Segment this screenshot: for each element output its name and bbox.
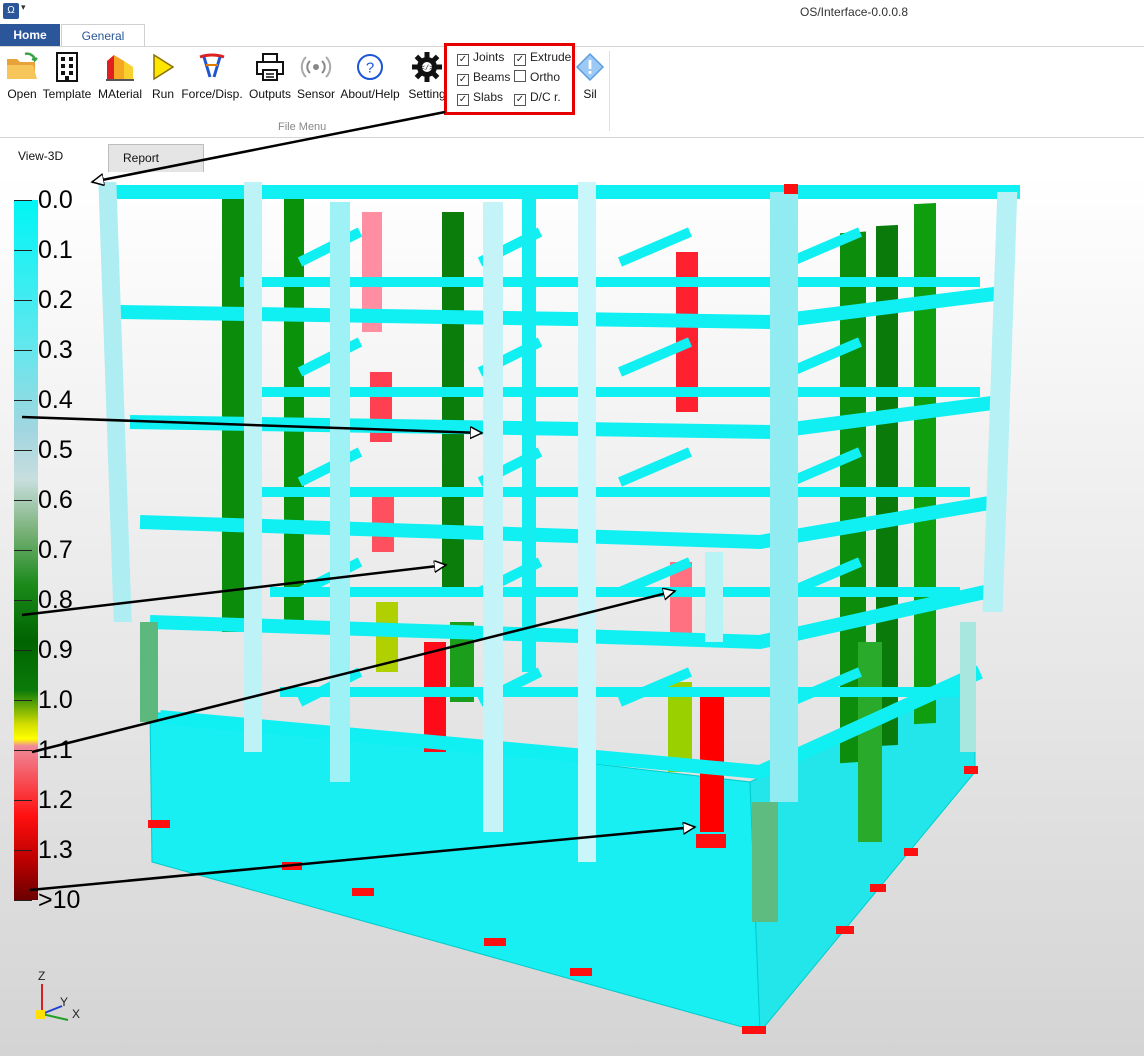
legend-tick: [14, 650, 32, 651]
legend-label: 0.1: [38, 236, 73, 264]
axis-y-label: Y: [60, 995, 68, 1009]
run-label: Run: [151, 87, 174, 101]
legend-label: 1.3: [38, 836, 73, 864]
outputs-button[interactable]: Outputs: [246, 51, 294, 103]
joints-checkbox[interactable]: ✓ Joints: [457, 50, 504, 66]
svg-text:</>: </>: [421, 65, 434, 73]
legend-tick: [14, 600, 32, 601]
view-tabs: View-3D Report: [0, 142, 1144, 172]
force-disp-button[interactable]: Force/Disp.: [180, 51, 244, 103]
legend-tick: [14, 200, 32, 201]
tab-general[interactable]: General: [61, 24, 145, 46]
legend-label: 1.0: [38, 686, 73, 714]
check-icon: ✓: [457, 94, 469, 106]
printer-icon: [256, 53, 284, 81]
template-button[interactable]: Template: [42, 51, 92, 103]
check-icon: ✓: [457, 74, 469, 86]
open-label: Open: [7, 87, 37, 101]
legend-label: 0.0: [38, 186, 73, 214]
check-icon: ✓: [457, 54, 469, 66]
setting-label: Setting: [408, 87, 446, 101]
unchecked-box-icon: [514, 70, 526, 82]
legend-tick: [14, 350, 32, 351]
legend-tick: [14, 850, 32, 851]
axis-z-label: Z: [38, 969, 45, 983]
folder-open-icon: [7, 52, 38, 79]
sensor-button[interactable]: Sensor: [296, 51, 336, 103]
legend-label: 0.5: [38, 436, 73, 464]
template-label: Template: [42, 87, 92, 101]
sensor-icon: [300, 56, 332, 78]
help-icon: ?: [357, 54, 383, 80]
sil-label: Sil: [583, 87, 597, 101]
material-icon: [106, 55, 134, 81]
window-title: OS/Interface-0.0.0.8: [800, 5, 909, 19]
legend-label: 1.2: [38, 786, 73, 814]
run-button[interactable]: Run: [148, 51, 178, 103]
quick-access-dropdown-icon[interactable]: ▾: [21, 2, 26, 13]
legend-label: 0.4: [38, 386, 73, 414]
outputs-label: Outputs: [248, 87, 292, 101]
legend-tick: [14, 700, 32, 701]
ribbon-group-label: File Menu: [278, 121, 327, 133]
legend-tick: [14, 250, 32, 251]
gear-icon: </>: [412, 52, 442, 82]
about-help-button[interactable]: ? About/Help: [338, 51, 402, 103]
legend-label: 0.3: [38, 336, 73, 364]
legend-label: 0.8: [38, 586, 73, 614]
legend-label: 0.7: [38, 536, 73, 564]
check-icon: ✓: [514, 54, 526, 66]
open-button[interactable]: Open: [4, 51, 40, 103]
material-button[interactable]: MAterial: [96, 51, 144, 103]
force-icon: [199, 53, 225, 78]
sil-button[interactable]: Sil: [575, 51, 605, 103]
display-options-panel: ✓ Joints ✓ Extrude ✓ Beams Ortho ✓ Slabs ✓ D/…: [444, 43, 575, 115]
extrude-checkbox[interactable]: ✓ Extrude: [514, 50, 571, 66]
sensor-label: Sensor: [296, 87, 336, 101]
legend-label: 0.9: [38, 636, 73, 664]
svg-text:?: ?: [366, 60, 374, 77]
legend-label: >10: [38, 886, 81, 914]
ortho-checkbox[interactable]: Ortho: [514, 70, 560, 84]
legend-tick: [14, 750, 32, 751]
force-disp-label: Force/Disp.: [181, 87, 243, 101]
legend-tick: [14, 500, 32, 501]
warning-icon: [575, 52, 605, 82]
app-icon[interactable]: Ω: [3, 3, 19, 19]
about-help-label: About/Help: [340, 87, 400, 101]
origin-marker: [36, 1010, 45, 1019]
title-bar: Ω ▾ OS/Interface-0.0.0.8: [0, 0, 1144, 24]
tab-home[interactable]: Home: [0, 24, 60, 46]
legend-tick: [14, 900, 32, 901]
setting-button[interactable]: </> Setting: [405, 51, 449, 103]
ribbon-separator: [609, 51, 610, 131]
legend-tick: [14, 300, 32, 301]
x-axis-line: [41, 1013, 69, 1021]
tab-report[interactable]: Report: [108, 144, 204, 172]
ribbon: Open Template MAterial Run Force/Disp. O…: [0, 43, 1144, 138]
axis-triad: Z Y X: [36, 969, 80, 1021]
check-icon: ✓: [514, 94, 526, 106]
beams-checkbox[interactable]: ✓ Beams: [457, 70, 510, 86]
play-icon: [153, 53, 175, 81]
legend-label: 1.1: [38, 736, 73, 764]
viewport-3d[interactable]: 0.0 0.1 0.2 0.3 0.4 0.5 0.6 0.7 0.8 0.9 1.0 1.1 1.2 1…: [0, 172, 1144, 1056]
legend-tick: [14, 550, 32, 551]
axis-x-label: X: [72, 1007, 80, 1021]
legend-tick: [14, 450, 32, 451]
legend-label: 0.6: [38, 486, 73, 514]
legend-tick: [14, 400, 32, 401]
structural-model: [98, 182, 1020, 1034]
legend-label: 0.2: [38, 286, 73, 314]
dc-ratio-checkbox[interactable]: ✓ D/C r.: [514, 90, 561, 106]
tab-view-3d[interactable]: View-3D: [0, 142, 108, 172]
slabs-checkbox[interactable]: ✓ Slabs: [457, 90, 503, 106]
legend-tick: [14, 800, 32, 801]
building-icon: [56, 52, 78, 82]
material-label: MAterial: [97, 87, 142, 101]
